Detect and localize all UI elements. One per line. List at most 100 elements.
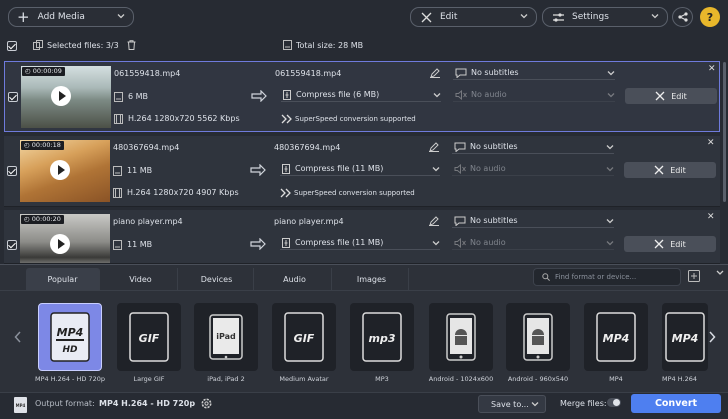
compress-label: Compress file (11 MB) [295,238,384,247]
file-checkbox[interactable] [7,166,17,176]
output-format-value[interactable]: MP4 H.264 - HD 720p [99,399,195,408]
file-size-icon [114,92,123,102]
preset-label: MP4 H.264 [662,375,697,383]
play-button[interactable] [50,234,70,254]
mp4-hd-icon: MP4 HD [50,312,90,362]
preset-label: Large GIF [133,375,165,383]
chevron-down-icon [651,12,659,20]
superspeed-note: SuperSpeed conversion supported [295,115,416,123]
file-checkbox[interactable] [7,240,17,250]
merge-files-toggle[interactable] [607,398,621,407]
compress-dropdown[interactable]: Compress file (11 MB) [280,237,440,250]
pencil-icon[interactable] [429,216,439,226]
format-search[interactable]: Find format or device... [533,268,681,286]
preset-card[interactable] [506,303,570,371]
settings-button[interactable]: Settings [542,7,668,27]
subtitles-dropdown[interactable]: No subtitles [453,67,615,80]
superspeed-icon [280,188,292,198]
preset-card[interactable]: mp3 [350,303,414,371]
ipad-icon: iPad [209,314,243,360]
compress-dropdown[interactable]: Compress file (11 MB) [280,163,440,176]
preset-card[interactable]: GIF [117,303,181,371]
tab-audio[interactable]: Audio [258,268,332,290]
audio-dropdown: No audio [453,89,615,102]
row-edit-button[interactable]: Edit [624,162,716,178]
pencil-icon[interactable] [429,142,439,152]
film-icon [114,114,123,124]
file-row[interactable]: ◴ 00:00:18 480367694.mp4 11 MB H.264 128… [4,136,720,207]
selected-files-count: Selected files: 3/3 [47,41,119,50]
chevron-down-icon [432,165,440,173]
output-format-label: Output format: [35,399,95,408]
row-edit-label: Edit [670,239,686,249]
subtitles-dropdown[interactable]: No subtitles [452,141,614,154]
chevron-down-icon [117,12,125,20]
file-checkbox[interactable] [8,92,18,102]
save-to-button[interactable]: Save to... [478,395,546,413]
compress-icon [282,238,290,248]
subtitles-label: No subtitles [470,216,518,225]
list-scrollbar[interactable] [723,62,726,202]
duration-badge: ◴ 00:00:20 [21,215,64,224]
sliders-icon [553,12,564,23]
remove-file-icon[interactable]: ✕ [707,138,715,148]
tab-images[interactable]: Images [335,268,409,290]
carousel-prev-icon[interactable] [14,331,22,343]
row-edit-button[interactable]: Edit [624,236,716,252]
share-button[interactable] [672,7,693,27]
preset-label: MP4 [609,375,623,383]
save-to-label: Save to... [491,399,529,409]
row-edit-button[interactable]: Edit [625,88,717,104]
add-media-button[interactable]: + Add Media [8,7,134,27]
play-button[interactable] [51,86,71,106]
files-icon [33,40,43,50]
remove-file-icon[interactable]: ✕ [707,212,715,222]
pencil-icon[interactable] [430,68,440,78]
gear-icon[interactable] [200,397,213,410]
preset-card[interactable] [429,303,493,371]
collapse-panel-icon[interactable] [716,270,724,276]
mp3-icon: mp3 [362,312,402,362]
preset-card[interactable]: GIF [272,303,336,371]
subtitles-label: No subtitles [470,142,518,151]
file-size: 11 MB [127,166,153,175]
compress-dropdown[interactable]: Compress file (6 MB) [281,89,441,102]
subtitles-icon [454,216,466,226]
add-preset-button[interactable] [688,270,704,286]
tab-popular[interactable]: Popular [26,268,100,290]
scissors-icon [655,91,665,101]
search-input[interactable]: Find format or device... [555,273,636,281]
speaker-mute-icon [454,238,466,248]
convert-button[interactable]: Convert [631,394,721,413]
codec-info: H.264 1280x720 4907 Kbps [127,188,239,197]
chevron-down-icon [606,165,614,173]
duration-text: 00:00:09 [32,67,62,75]
preset-card[interactable]: MP4 [662,303,708,371]
subtitles-dropdown[interactable]: No subtitles [452,215,614,228]
svg-text:MP4: MP4 [603,332,630,345]
toggle-knob [613,399,620,406]
remove-file-icon[interactable]: ✕ [708,64,716,74]
preset-card[interactable]: MP4 [584,303,648,371]
output-file-name: 480367694.mp4 [274,143,341,152]
chevron-down-icon [433,91,441,99]
chevron-down-icon [606,217,614,225]
clock-icon: ◴ [24,141,30,149]
tab-devices[interactable]: Devices [180,268,254,290]
select-all-checkbox[interactable] [7,41,17,51]
play-button[interactable] [50,160,70,180]
file-row[interactable]: ◴ 00:00:09 061559418.mp4 6 MB H.264 1280… [4,61,720,132]
trash-icon[interactable] [127,40,136,50]
preset-card[interactable]: iPad [194,303,258,371]
convert-arrow-icon [251,90,267,102]
preset-card[interactable]: MP4 HD [38,303,102,371]
carousel-next-icon[interactable] [708,331,716,343]
file-row[interactable]: ◴ 00:00:20 piano player.mp4 11 MB piano … [4,210,720,264]
help-button[interactable]: ? [700,7,720,27]
tab-video[interactable]: Video [104,268,178,290]
clock-icon: ◴ [24,215,30,223]
codec-info: H.264 1280x720 5562 Kbps [128,114,240,123]
svg-text:iPad: iPad [216,332,236,341]
edit-button[interactable]: Edit [410,7,537,27]
gif-icon: GIF [284,312,324,362]
